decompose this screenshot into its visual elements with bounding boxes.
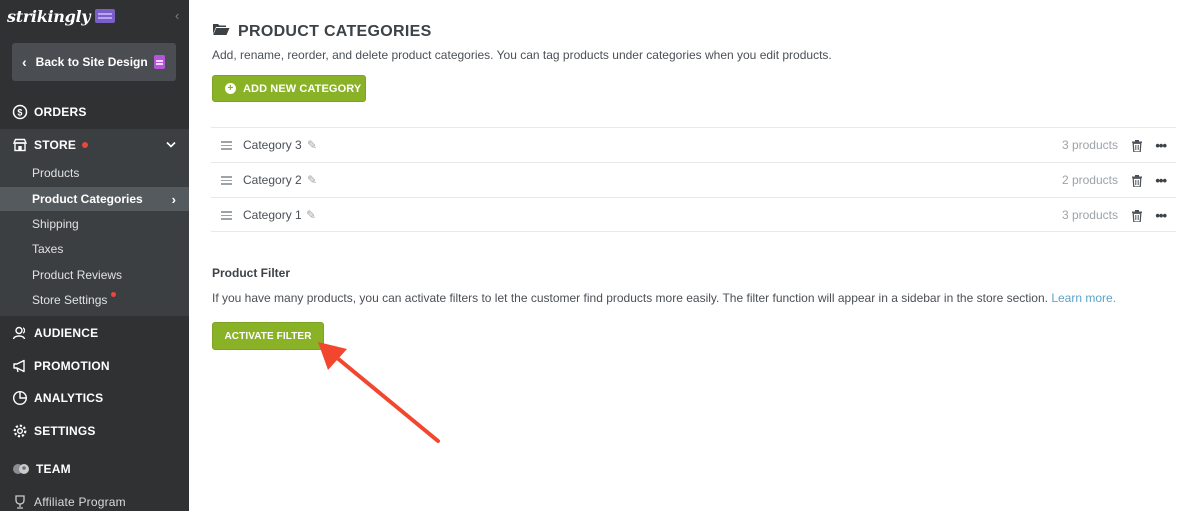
category-name: Category 1 — [243, 207, 302, 222]
folder-open-icon — [212, 22, 230, 41]
sidebar-item-products[interactable]: Products — [0, 161, 189, 185]
category-product-count: 2 products — [1061, 173, 1118, 187]
nav-settings[interactable]: SETTINGS — [0, 416, 189, 446]
plus-circle-icon: + — [225, 83, 236, 94]
nav-store-label: STORE — [34, 138, 77, 152]
sidebar-item-product-reviews[interactable]: Product Reviews — [0, 263, 189, 287]
user-icon — [12, 325, 28, 341]
trash-icon[interactable] — [1132, 209, 1142, 223]
trash-icon[interactable] — [1132, 174, 1142, 188]
add-new-category-button[interactable]: + ADD NEW CATEGORY — [212, 75, 366, 102]
page-title: PRODUCT CATEGORIES — [238, 22, 432, 40]
page-subtitle: Add, rename, reorder, and delete product… — [212, 48, 832, 62]
category-row: Category 1 ✎ 3 products ••• — [211, 197, 1176, 232]
pencil-icon[interactable]: ✎ — [307, 173, 317, 187]
sidebar-item-label: Product Categories — [32, 192, 143, 206]
trophy-icon — [12, 494, 28, 510]
nav-audience[interactable]: AUDIENCE — [0, 318, 189, 348]
sidebar-item-label: Store Settings — [32, 293, 108, 307]
product-filter-heading: Product Filter — [212, 266, 291, 280]
activate-filter-label: ACTIVATE FILTER — [224, 330, 312, 342]
nav-orders-label: ORDERS — [34, 105, 87, 119]
nav-team[interactable]: TEAM — [0, 454, 189, 484]
pencil-icon[interactable]: ✎ — [307, 138, 317, 152]
learn-more-link[interactable]: Learn more. — [1051, 291, 1116, 305]
chevron-down-icon — [166, 139, 176, 151]
category-row: Category 2 ✎ 2 products ••• — [211, 162, 1176, 197]
collapse-sidebar-icon[interactable]: ‹ — [175, 8, 179, 23]
chevron-left-icon: ‹ — [22, 54, 27, 70]
brand-name: strikingly — [7, 6, 91, 26]
pencil-icon[interactable]: ✎ — [306, 208, 316, 222]
category-list: Category 3 ✎ 3 products ••• Category 2 ✎… — [211, 127, 1176, 232]
category-name: Category 3 — [243, 138, 302, 152]
nav-store[interactable]: STORE — [0, 129, 189, 161]
drag-handle-icon[interactable] — [221, 141, 232, 150]
nav-analytics[interactable]: ANALYTICS — [0, 383, 189, 413]
dollar-circle-icon: $ — [12, 104, 28, 120]
page-header: PRODUCT CATEGORIES — [212, 22, 432, 41]
back-button-label: Back to Site Design — [35, 55, 148, 69]
sidebar-item-label: Taxes — [32, 242, 64, 256]
nav-promotion-label: PROMOTION — [34, 359, 110, 373]
nav-promotion[interactable]: PROMOTION — [0, 351, 189, 381]
sidebar-item-label: Shipping — [32, 217, 79, 231]
more-options-icon[interactable]: ••• — [1155, 173, 1167, 188]
store-icon — [12, 137, 28, 153]
category-row: Category 3 ✎ 3 products ••• — [211, 127, 1176, 162]
category-product-count: 3 products — [1061, 207, 1118, 222]
brand-badge-icon — [95, 9, 116, 23]
sidebar-item-store-settings[interactable]: Store Settings — [0, 288, 189, 312]
activate-filter-button[interactable]: ACTIVATE FILTER — [212, 322, 324, 350]
sidebar: strikingly ‹ ‹ Back to Site Design $ ORD… — [0, 0, 189, 511]
sidebar-item-shipping[interactable]: Shipping — [0, 212, 189, 236]
nav-affiliate-program[interactable]: Affiliate Program — [0, 487, 189, 511]
nav-affiliate-label: Affiliate Program — [34, 495, 126, 509]
category-product-count: 3 products — [1061, 138, 1118, 152]
notification-dot — [82, 142, 89, 148]
notification-dot — [111, 291, 117, 297]
more-options-icon[interactable]: ••• — [1155, 208, 1167, 223]
sidebar-item-label: Products — [32, 166, 80, 180]
chevron-right-icon: › — [171, 191, 176, 207]
gear-icon — [12, 423, 28, 439]
sidebar-item-taxes[interactable]: Taxes — [0, 237, 189, 261]
nav-orders[interactable]: $ ORDERS — [0, 97, 189, 127]
brand-logo[interactable]: strikingly — [7, 5, 116, 27]
pie-chart-icon — [12, 390, 28, 406]
trash-icon[interactable] — [1132, 139, 1142, 153]
megaphone-icon — [12, 358, 28, 374]
product-filter-text: If you have many products, you can activ… — [212, 291, 1048, 305]
add-button-label: ADD NEW CATEGORY — [243, 82, 362, 95]
nav-analytics-label: ANALYTICS — [34, 391, 104, 405]
nav-team-label: TEAM — [36, 462, 71, 476]
main-content: PRODUCT CATEGORIES Add, rename, reorder,… — [189, 0, 1200, 511]
more-options-icon[interactable]: ••• — [1155, 138, 1167, 153]
category-name: Category 2 — [243, 173, 302, 187]
svg-text:$: $ — [17, 108, 22, 118]
drag-handle-icon[interactable] — [221, 211, 232, 220]
sidebar-item-label: Product Reviews — [32, 268, 123, 282]
drag-handle-icon[interactable] — [221, 176, 232, 185]
product-filter-description: If you have many products, you can activ… — [212, 291, 1116, 305]
nav-settings-label: SETTINGS — [34, 424, 96, 438]
back-to-site-design-button[interactable]: ‹ Back to Site Design — [12, 43, 176, 81]
store-submenu: Products Product Categories › Shipping Ta… — [0, 161, 189, 316]
page-icon — [154, 55, 165, 69]
nav-audience-label: AUDIENCE — [34, 326, 99, 340]
team-icon — [12, 461, 30, 477]
sidebar-item-product-categories[interactable]: Product Categories › — [0, 187, 189, 211]
